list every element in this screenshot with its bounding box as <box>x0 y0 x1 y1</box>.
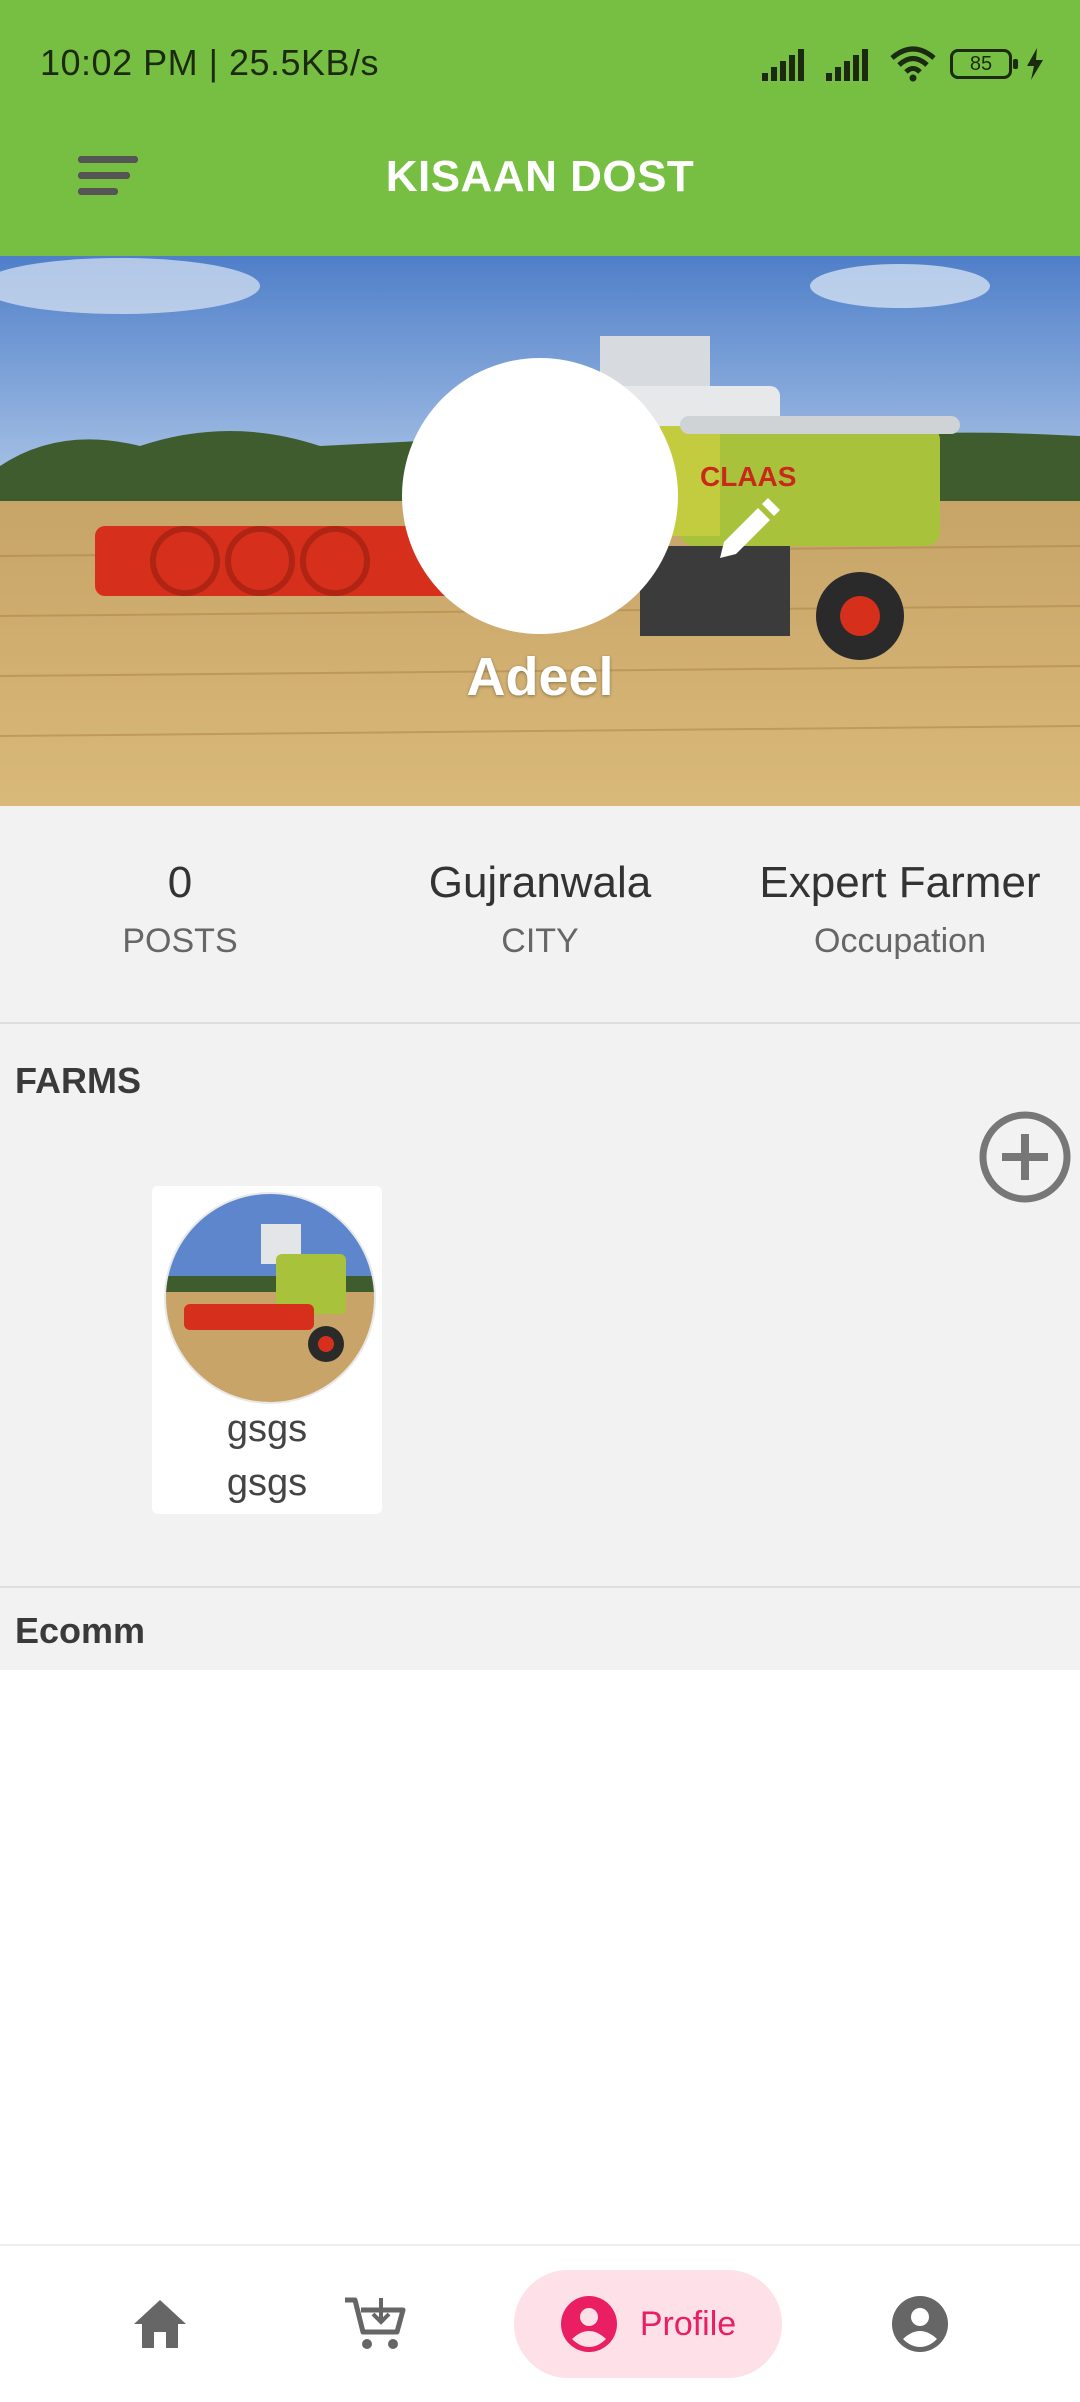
status-time-speed: 10:02 PM | 25.5KB/s <box>40 42 380 83</box>
nav-cart[interactable] <box>316 2246 436 2402</box>
signal-icon <box>762 49 804 81</box>
stat-city: Gujranwala CITY <box>360 858 720 961</box>
stat-label: CITY <box>501 922 579 960</box>
stat-value: 0 <box>167 858 193 907</box>
farms-section: FARMS gsgs gsgs <box>0 1024 1080 1588</box>
battery-level: 85 <box>969 53 993 75</box>
stat-posts: 0 POSTS <box>0 858 360 961</box>
nav-account[interactable] <box>860 2246 980 2402</box>
status-icons: 85 <box>762 44 1044 84</box>
account-icon <box>892 2296 948 2352</box>
charging-icon <box>1027 48 1043 80</box>
nav-profile-label: Profile <box>639 2304 737 2343</box>
svg-text:CLAAS: CLAAS <box>700 461 796 492</box>
app-title: KISAAN DOST <box>385 152 695 201</box>
status-bar: 10:02 PM | 25.5KB/s 85 <box>0 0 1080 120</box>
profile-name: Adeel <box>466 647 614 707</box>
stat-value: Gujranwala <box>428 858 652 907</box>
battery-icon: 85 <box>950 49 1018 79</box>
farm-card[interactable]: gsgs gsgs <box>152 1186 382 1514</box>
stat-occupation: Expert Farmer Occupation <box>720 858 1080 961</box>
farm-thumbnail <box>164 1192 376 1404</box>
profile-icon <box>560 2296 617 2352</box>
avatar[interactable] <box>402 358 678 634</box>
profile-stats: 0 POSTS Gujranwala CITY Expert Farmer Oc… <box>0 806 1080 1024</box>
stat-label: Occupation <box>814 922 986 960</box>
cart-icon <box>345 2297 406 2349</box>
app-header: 10:02 PM | 25.5KB/s 85 KISAAN DOST <box>0 0 1080 256</box>
wifi-icon <box>890 46 936 82</box>
farms-title: FARMS <box>15 1060 141 1101</box>
home-icon <box>134 2300 186 2348</box>
farm-detail: gsgs <box>226 1462 308 1504</box>
add-circle-icon[interactable] <box>978 1110 1072 1204</box>
bottom-navigation: Profile <box>0 2244 1080 2402</box>
ecomm-section-header: Ecomm <box>0 1588 1080 1670</box>
stat-value: Expert Farmer <box>759 858 1041 907</box>
ecomm-title: Ecomm <box>15 1610 146 1651</box>
nav-profile[interactable]: Profile <box>514 2270 782 2378</box>
farm-name: gsgs <box>226 1408 308 1450</box>
signal-icon-2 <box>826 49 868 81</box>
nav-home[interactable] <box>100 2246 220 2402</box>
stat-label: POSTS <box>122 922 238 960</box>
pencil-icon[interactable] <box>712 496 782 566</box>
